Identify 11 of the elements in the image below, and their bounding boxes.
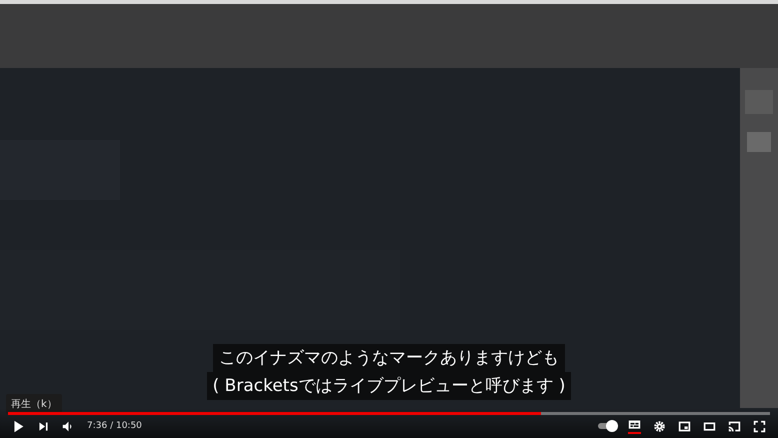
next-icon[interactable] <box>37 420 50 432</box>
settings-icon[interactable] <box>653 420 666 432</box>
play-icon[interactable] <box>12 420 25 432</box>
cast-icon[interactable] <box>728 420 741 432</box>
fullscreen-icon[interactable] <box>753 420 766 432</box>
tooltip: 再生（k） <box>6 394 62 414</box>
subtitles-button[interactable] <box>628 418 641 434</box>
time-display: 7:36 / 10:50 <box>87 421 142 431</box>
theater-icon[interactable] <box>703 420 716 432</box>
autoplay-toggle[interactable] <box>598 423 616 429</box>
miniplayer-icon[interactable] <box>678 420 691 432</box>
